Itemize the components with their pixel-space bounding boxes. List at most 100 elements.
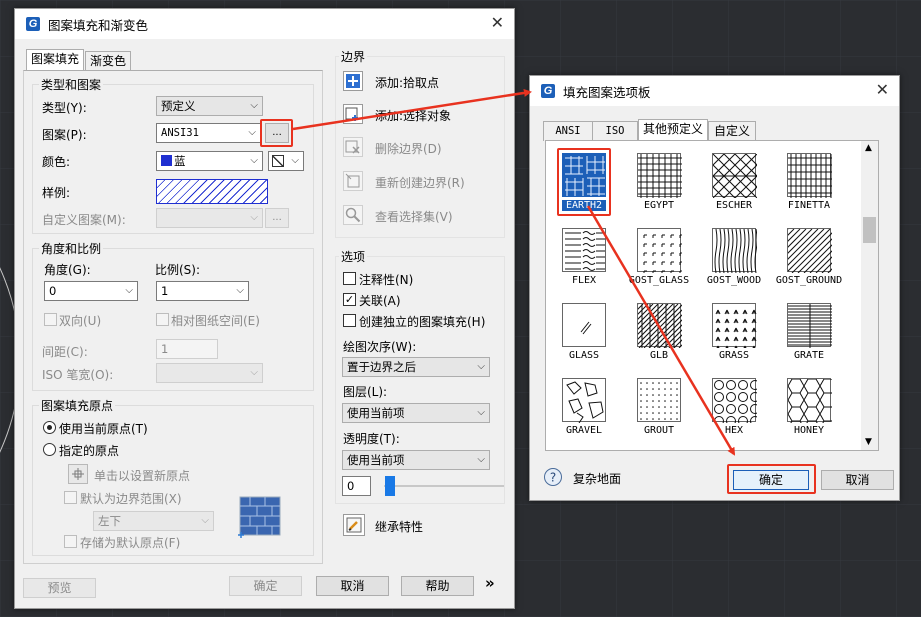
type-select[interactable]: 预定义 ⌵ <box>156 96 263 116</box>
associative-checkbox[interactable]: ✓ <box>343 293 356 306</box>
pattern-swatch[interactable] <box>668 153 791 199</box>
preview-button[interactable]: 预览 <box>23 578 96 598</box>
view-selection-label[interactable]: 查看选择集(V) <box>375 208 453 225</box>
extent-position-select[interactable]: 左下 ⌵ <box>93 511 214 531</box>
recreate-boundary-button[interactable] <box>343 171 363 191</box>
spacing-input[interactable]: 1 <box>156 339 218 359</box>
remove-boundary-button[interactable] <box>343 137 363 157</box>
transparency-number: 0 <box>347 479 355 493</box>
tab-iso[interactable]: ISO <box>592 121 638 141</box>
annotative-checkbox[interactable] <box>343 272 356 285</box>
palette-cancel-button[interactable]: 取消 <box>821 470 894 490</box>
tab-gradient[interactable]: 渐变色 <box>85 51 131 71</box>
add-select-object-label[interactable]: 添加:选择对象 <box>375 107 451 124</box>
color-swatch-icon <box>161 155 172 166</box>
add-select-object-button[interactable] <box>343 104 363 124</box>
specified-origin-radio[interactable] <box>43 443 56 456</box>
layer-label: 图层(L): <box>343 385 388 399</box>
recreate-boundary-label[interactable]: 重新创建边界(R) <box>375 174 465 191</box>
custom-pattern-label: 自定义图案(M): <box>42 213 126 227</box>
custom-browse-button[interactable]: ... <box>265 208 289 228</box>
pattern-swatch-label: GROUT <box>643 425 675 436</box>
add-pick-point-button[interactable] <box>343 71 363 91</box>
double-label: 双向(U) <box>59 314 102 328</box>
pattern-select[interactable]: ANSI31 ⌵ <box>156 123 261 143</box>
tab-custom[interactable]: 自定义 <box>708 121 756 141</box>
close-icon[interactable]: ✕ <box>876 80 889 99</box>
layer-value: 使用当前项 <box>347 406 405 420</box>
add-pick-point-label[interactable]: 添加:拾取点 <box>375 74 439 91</box>
pattern-swatch[interactable] <box>712 378 760 426</box>
tab-other-predefined[interactable]: 其他预定义 <box>638 119 708 141</box>
pattern-swatch[interactable] <box>562 303 606 347</box>
sample-preview[interactable] <box>156 179 268 204</box>
pattern-swatch[interactable] <box>562 378 606 424</box>
layer-select[interactable]: 使用当前项 ⌵ <box>342 403 490 423</box>
relative-paper-checkbox[interactable] <box>156 313 169 326</box>
draw-order-select[interactable]: 置于边界之后 ⌵ <box>342 357 490 377</box>
tab-hatch[interactable]: 图案填充 <box>26 49 84 71</box>
remove-boundary-label[interactable]: 删除边界(D) <box>375 140 442 157</box>
pattern-swatch[interactable] <box>637 153 682 198</box>
separate-hatch-checkbox[interactable] <box>343 314 356 327</box>
color-select[interactable]: 蓝 ⌵ <box>156 151 263 171</box>
close-icon[interactable]: ✕ <box>491 13 504 32</box>
inherit-properties-button[interactable] <box>343 514 365 536</box>
default-extent-checkbox[interactable] <box>64 491 77 504</box>
bg-color-select[interactable]: ⌵ <box>268 151 304 171</box>
pattern-swatch-label: GRATE <box>793 350 825 361</box>
scroll-up-icon[interactable]: ▲ <box>865 143 872 153</box>
pattern-scrollbar[interactable]: ▲ ▼ <box>861 141 878 450</box>
scroll-down-icon[interactable]: ▼ <box>865 437 872 447</box>
tab-ansi[interactable]: ANSI <box>543 121 593 141</box>
custom-pattern-select[interactable]: ⌵ <box>156 208 263 228</box>
pattern-swatch[interactable] <box>562 228 606 272</box>
set-origin-icon[interactable] <box>68 464 88 484</box>
transparency-slider-track[interactable] <box>384 485 504 487</box>
pattern-swatch[interactable] <box>787 378 853 436</box>
expand-button[interactable]: » <box>485 574 495 592</box>
use-current-origin-radio[interactable] <box>43 421 56 434</box>
view-selection-button[interactable] <box>343 205 363 225</box>
store-default-checkbox[interactable] <box>64 535 77 548</box>
app-logo-icon: G <box>26 17 40 31</box>
ok-button[interactable]: 确定 <box>229 576 302 596</box>
scroll-thumb[interactable] <box>863 217 876 243</box>
select-object-icon <box>345 107 358 121</box>
app-logo-icon: G <box>541 84 555 98</box>
pattern-swatch[interactable] <box>712 303 757 351</box>
spacing-label: 间距(C): <box>42 345 88 359</box>
cancel-button[interactable]: 取消 <box>316 576 389 596</box>
pattern-swatch-label: GRASS <box>718 350 750 361</box>
iso-pen-select[interactable]: ⌵ <box>156 363 263 383</box>
inherit-properties-label[interactable]: 继承特性 <box>375 518 423 535</box>
pattern-swatch[interactable] <box>787 153 832 198</box>
iso-pen-label: ISO 笔宽(O): <box>42 368 114 382</box>
pattern-swatch[interactable] <box>712 228 758 274</box>
help-button[interactable]: 帮助 <box>401 576 474 596</box>
pattern-swatch[interactable] <box>637 228 683 274</box>
pattern-swatch[interactable] <box>593 303 724 349</box>
double-checkbox[interactable] <box>44 313 57 326</box>
pattern-swatch[interactable] <box>787 303 832 348</box>
transparency-slider-thumb[interactable] <box>385 476 395 496</box>
pattern-description: 复杂地面 <box>573 472 622 486</box>
chevron-down-icon: ⌵ <box>201 515 209 526</box>
pattern-swatch[interactable] <box>743 228 873 274</box>
chevron-down-icon: ⌵ <box>250 100 258 111</box>
egypt-pattern-icon <box>638 154 682 198</box>
pattern-swatch-label: GOST_GLASS <box>628 275 690 286</box>
remove-boundary-icon <box>345 140 360 154</box>
pattern-value: ANSI31 <box>161 127 199 139</box>
transparency-number-input[interactable]: 0 <box>342 476 371 496</box>
options-group-title: 选项 <box>339 248 368 265</box>
angle-select[interactable]: 0 ⌵ <box>44 281 138 301</box>
scale-select[interactable]: 1 ⌵ <box>156 281 249 301</box>
hatch-dialog-titlebar: G 图案填充和渐变色 ✕ <box>15 9 514 39</box>
specified-origin-label: 指定的原点 <box>59 444 120 458</box>
transparency-select[interactable]: 使用当前项 ⌵ <box>342 450 490 470</box>
help-question-icon[interactable]: ? <box>543 467 563 487</box>
chevron-down-icon: ⌵ <box>125 285 133 296</box>
pattern-swatch[interactable] <box>637 378 681 422</box>
chevron-down-icon: ⌵ <box>477 361 485 372</box>
